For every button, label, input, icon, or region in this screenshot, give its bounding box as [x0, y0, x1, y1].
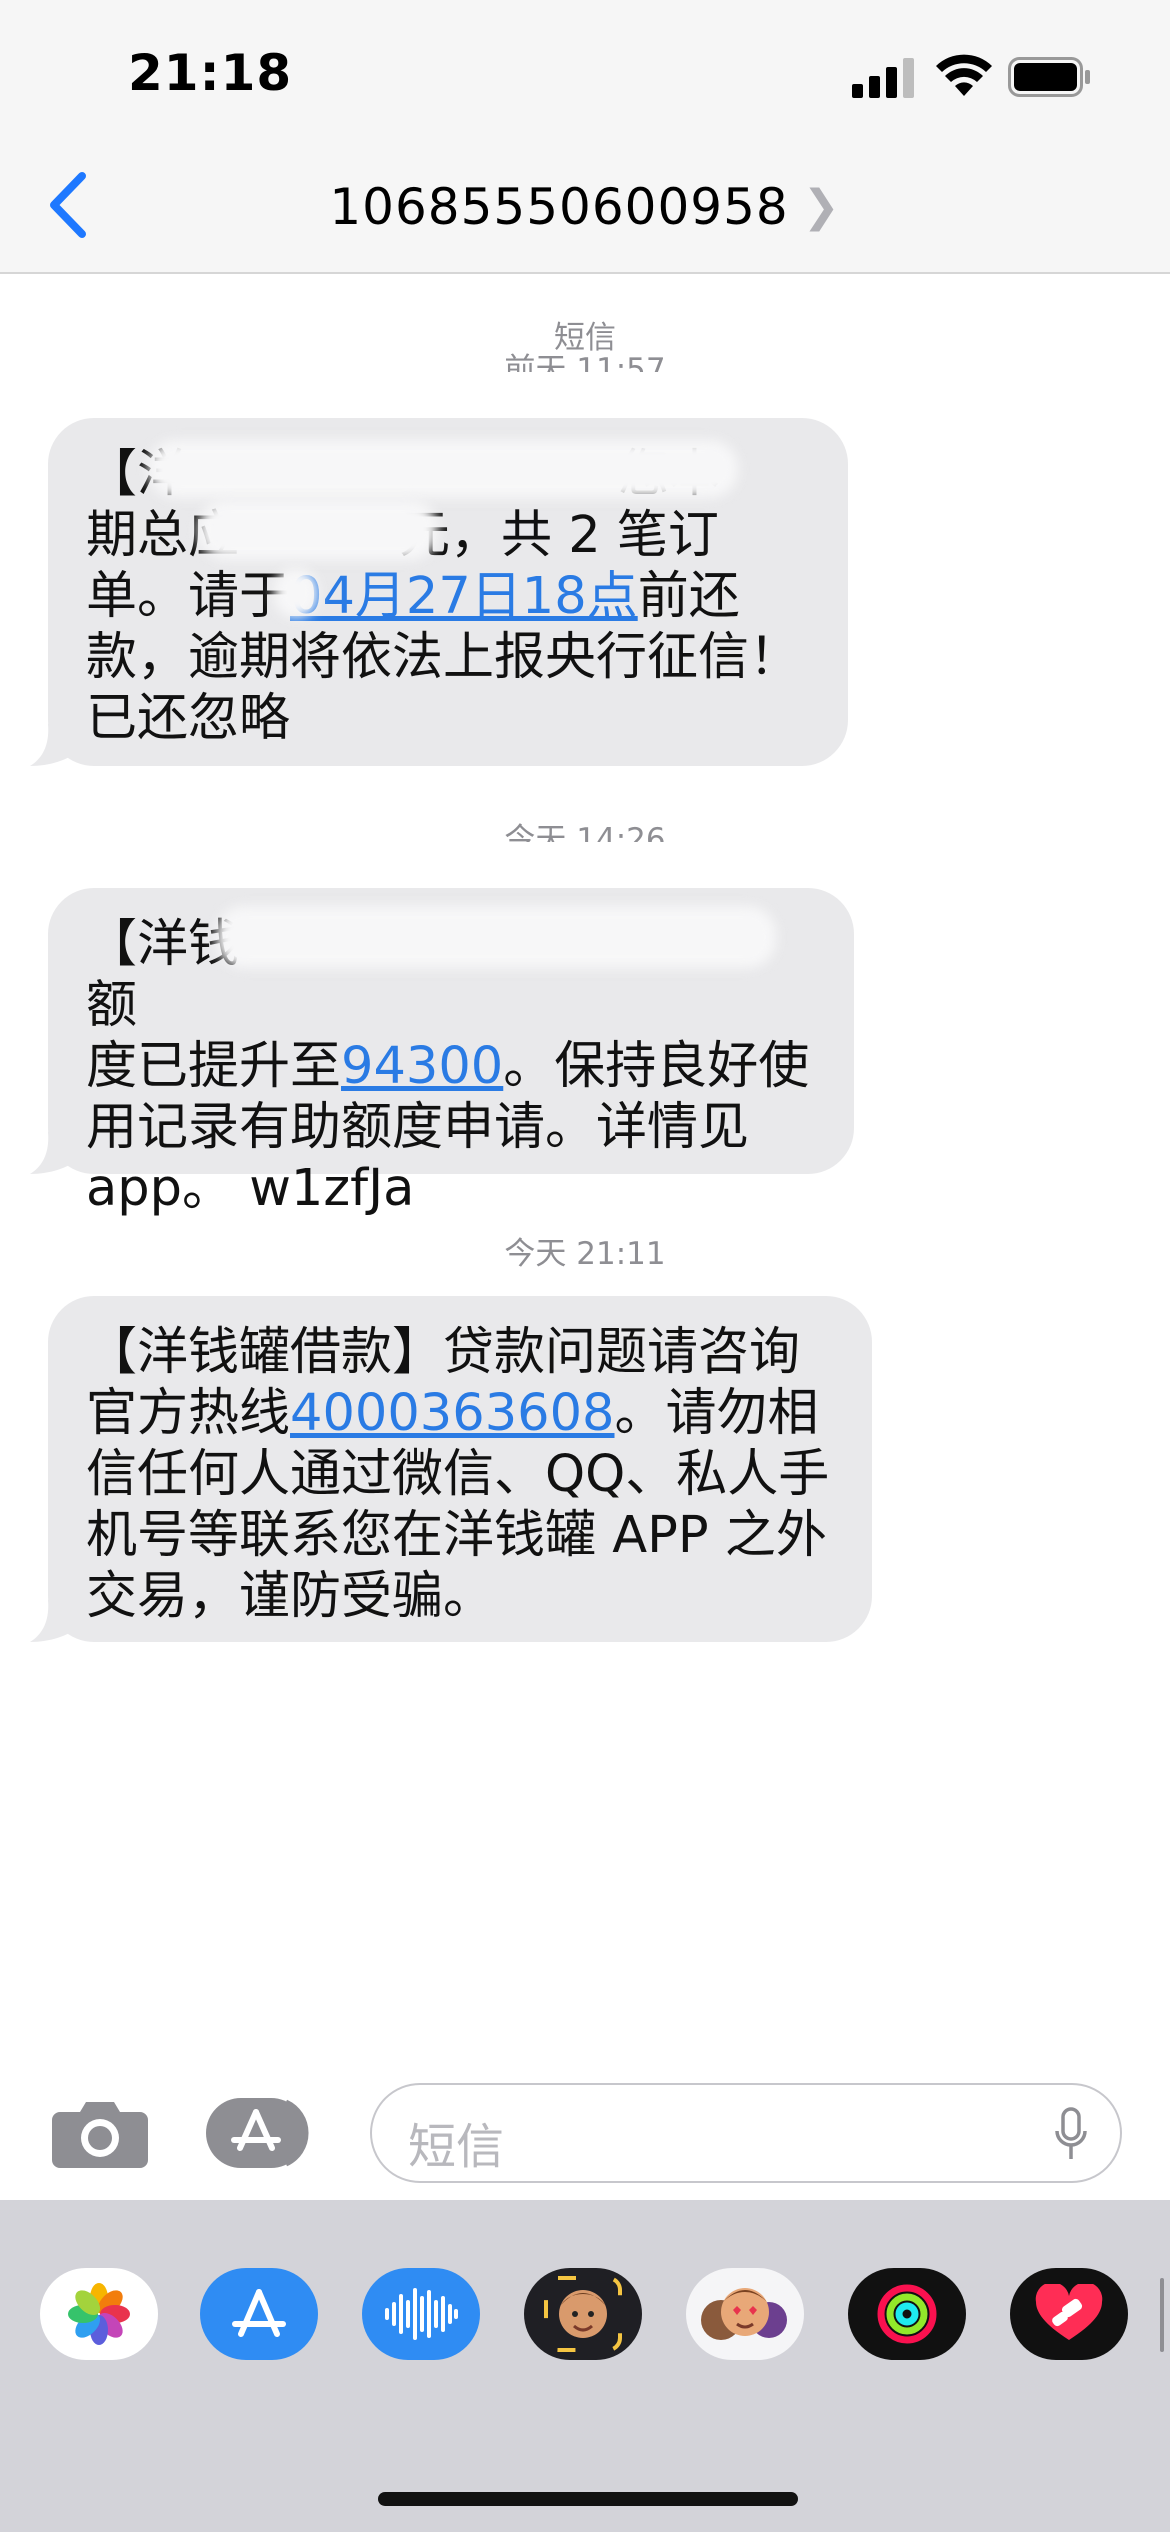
drawer-scroll-edge [1160, 2278, 1164, 2352]
cellular-signal-icon [852, 58, 914, 98]
waveform-glyph [385, 2288, 458, 2340]
message-line: 官方热线4000363608。请勿相 [86, 1384, 819, 1443]
phone-link[interactable]: 4000363608 [290, 1384, 614, 1443]
redaction [198, 500, 438, 560]
message-line: 单。请于04月27日18点前还 [86, 567, 740, 626]
message-line: 款，逾期将依法上报央行征信！ [86, 628, 801, 687]
photos-icon[interactable] [40, 2268, 158, 2360]
camera-icon[interactable] [52, 2096, 148, 2168]
message-line: 用记录有助额度申请。详情见 [86, 1098, 750, 1157]
bubble-tail [30, 724, 80, 766]
message-bubble[interactable]: 【洋钱额 度已提升至94300。保持良好使 用记录有助额度申请。详情见 app。… [30, 888, 854, 1218]
bubble-tail [30, 1600, 80, 1642]
redaction [148, 440, 738, 498]
redaction [274, 568, 318, 618]
digital-touch-icon[interactable] [1010, 2268, 1128, 2360]
home-indicator[interactable] [378, 2492, 798, 2506]
audio-message-icon[interactable] [362, 2268, 480, 2360]
app-drawer [0, 2200, 1170, 2532]
chevron-right-icon: ❯ [802, 181, 841, 232]
activity-icon[interactable] [848, 2268, 966, 2360]
memoji-stickers-icon[interactable] [686, 2268, 804, 2360]
timestamp: 今天 21:11 [504, 1236, 666, 1272]
message-line: 信任何人通过微信、QQ、私人手 [86, 1445, 830, 1504]
bubble-tail [30, 1132, 80, 1174]
heart-glyph [1035, 2284, 1103, 2340]
memoji-face [544, 2276, 622, 2352]
contact-header[interactable]: 10685550600958 ❯ [0, 178, 1170, 236]
memoji-stickers-glyph [701, 2288, 787, 2340]
activity-rings [877, 2284, 937, 2344]
app-store-apps-icon[interactable] [206, 2096, 320, 2170]
message-bubble[interactable]: 【洋钱罐借款】贷款问题请咨询 官方热线4000363608。请勿相 信任何人通过… [30, 1296, 872, 1642]
message-line: 度已提升至94300。保持良好使 [86, 1037, 810, 1096]
date-link[interactable]: 04月27日18点 [290, 567, 638, 626]
amount-link[interactable]: 94300 [341, 1037, 503, 1096]
battery-icon [1008, 57, 1090, 97]
timestamp: 今天 14:26 [504, 822, 666, 842]
message-line: 期总应度已提升至元，共 2 笔订 [86, 506, 719, 565]
wifi-icon [936, 54, 992, 96]
message-placeholder: 短信 [408, 2119, 505, 2175]
top-bar: 21:18 10685550600958 ❯ [0, 0, 1170, 274]
timestamp: 前天 11:57 [504, 352, 666, 372]
message-line: 交易，谨防受骗。 [86, 1567, 495, 1626]
message-line: 机号等联系您在洋钱罐 APP 之外 [86, 1506, 827, 1565]
message-line: app。 w1zfJa [86, 1159, 415, 1218]
photos-flower [68, 2283, 130, 2345]
memoji-camera-icon[interactable] [524, 2268, 642, 2360]
message-line: 已还忽略 [86, 689, 291, 748]
message-line: 【洋钱罐借款】贷款问题请咨询 [86, 1323, 801, 1382]
app-store-glyph [232, 2289, 286, 2337]
microphone-icon[interactable] [1054, 2107, 1088, 2163]
message-input[interactable]: 短信 [370, 2083, 1122, 2183]
contact-number: 10685550600958 [329, 178, 789, 236]
app-store-icon[interactable] [200, 2268, 318, 2360]
redaction [216, 906, 776, 968]
message-bubble[interactable]: 【洋您本 期总应度已提升至元，共 2 笔订 单。请于04月27日18点前还 款，… [30, 418, 848, 766]
status-time: 21:18 [128, 44, 293, 102]
